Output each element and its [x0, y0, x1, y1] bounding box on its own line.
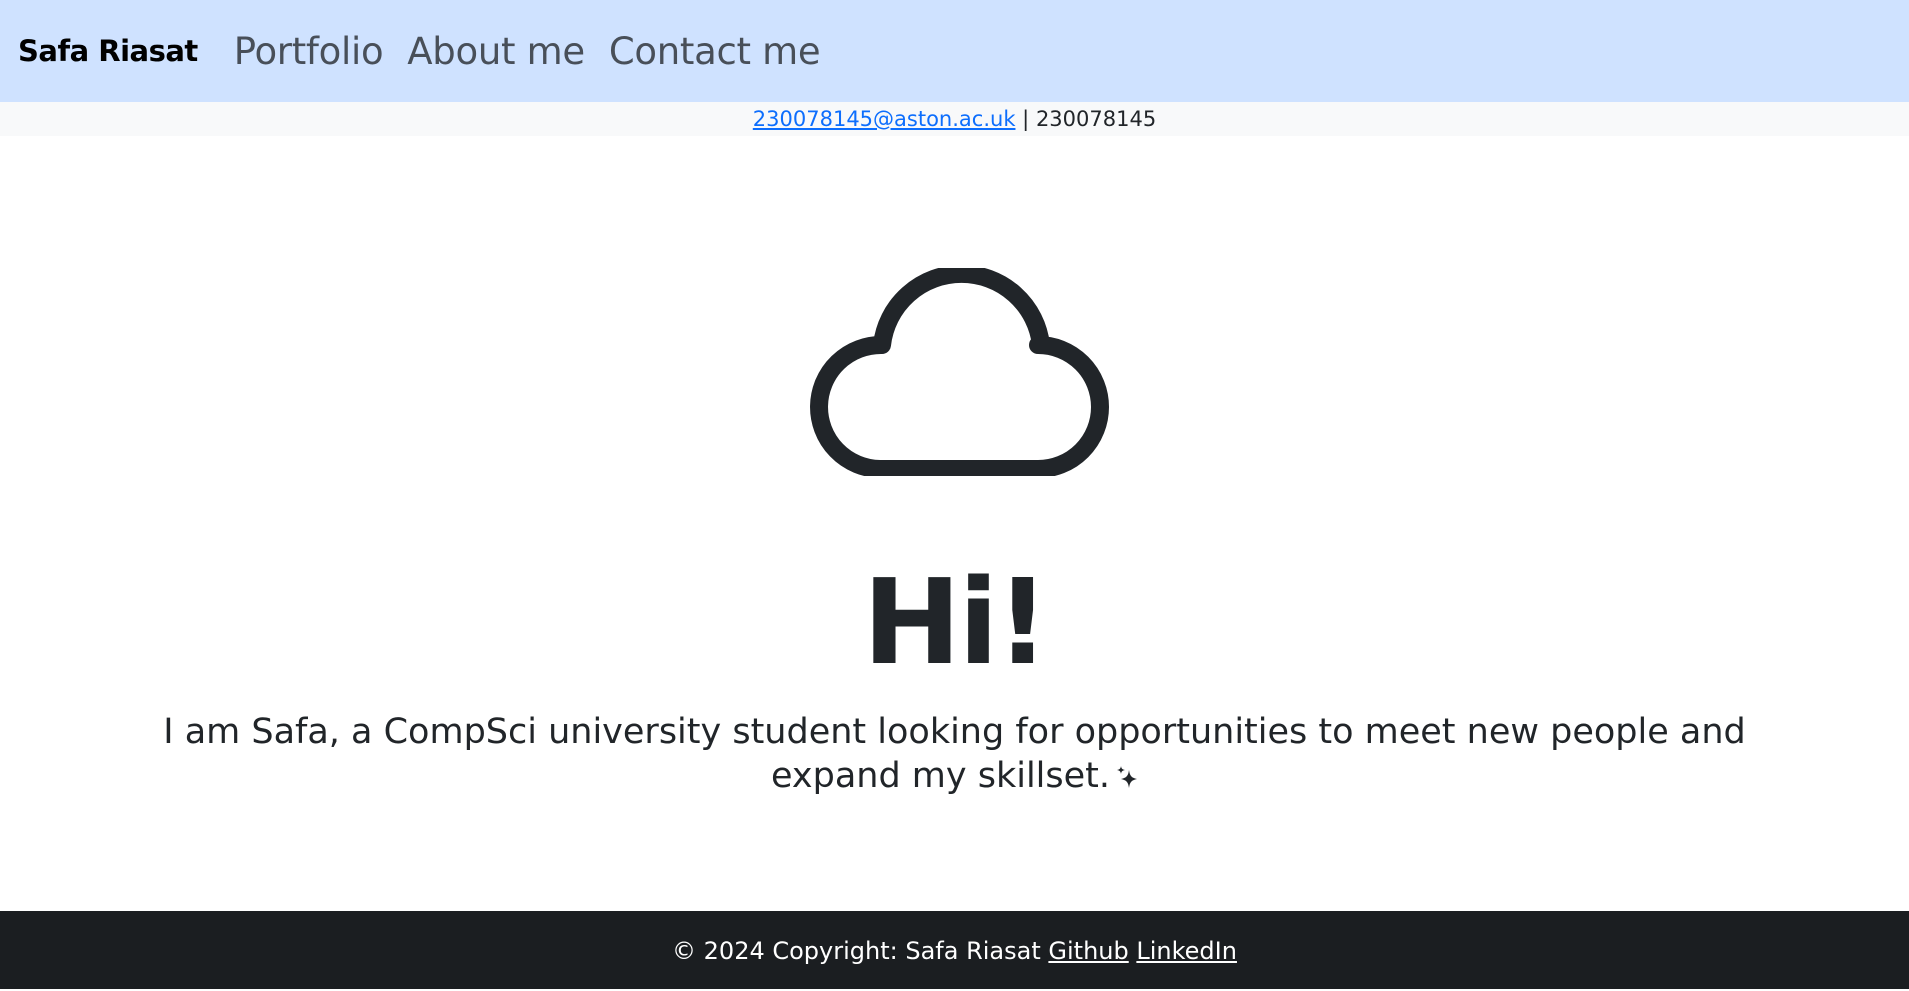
- footer: © 2024 Copyright: Safa Riasat Github Lin…: [0, 911, 1909, 989]
- navbar: Safa Riasat Portfolio About me Contact m…: [0, 0, 1909, 102]
- student-id: 230078145: [1035, 107, 1157, 131]
- contact-separator: |: [1022, 107, 1030, 131]
- nav-link-portfolio[interactable]: Portfolio: [234, 30, 384, 73]
- hero-intro: I am Safa, a CompSci university student …: [130, 710, 1779, 798]
- github-link[interactable]: Github: [1048, 937, 1128, 965]
- brand-link[interactable]: Safa Riasat: [18, 34, 198, 68]
- hero-intro-text: I am Safa, a CompSci university student …: [163, 712, 1746, 796]
- nav-link-about-me[interactable]: About me: [407, 30, 585, 73]
- email-link[interactable]: 230078145@aston.ac.uk: [753, 107, 1016, 131]
- linkedin-link[interactable]: LinkedIn: [1136, 937, 1237, 965]
- hero-title: Hi!: [862, 553, 1049, 691]
- nav-link-contact-me[interactable]: Contact me: [609, 30, 821, 73]
- sparkle-icon: [1117, 766, 1138, 788]
- cloud-icon: [810, 268, 1109, 476]
- footer-copyright: © 2024 Copyright: Safa Riasat: [672, 937, 1041, 965]
- contact-bar: 230078145@aston.ac.uk | 230078145: [0, 102, 1909, 136]
